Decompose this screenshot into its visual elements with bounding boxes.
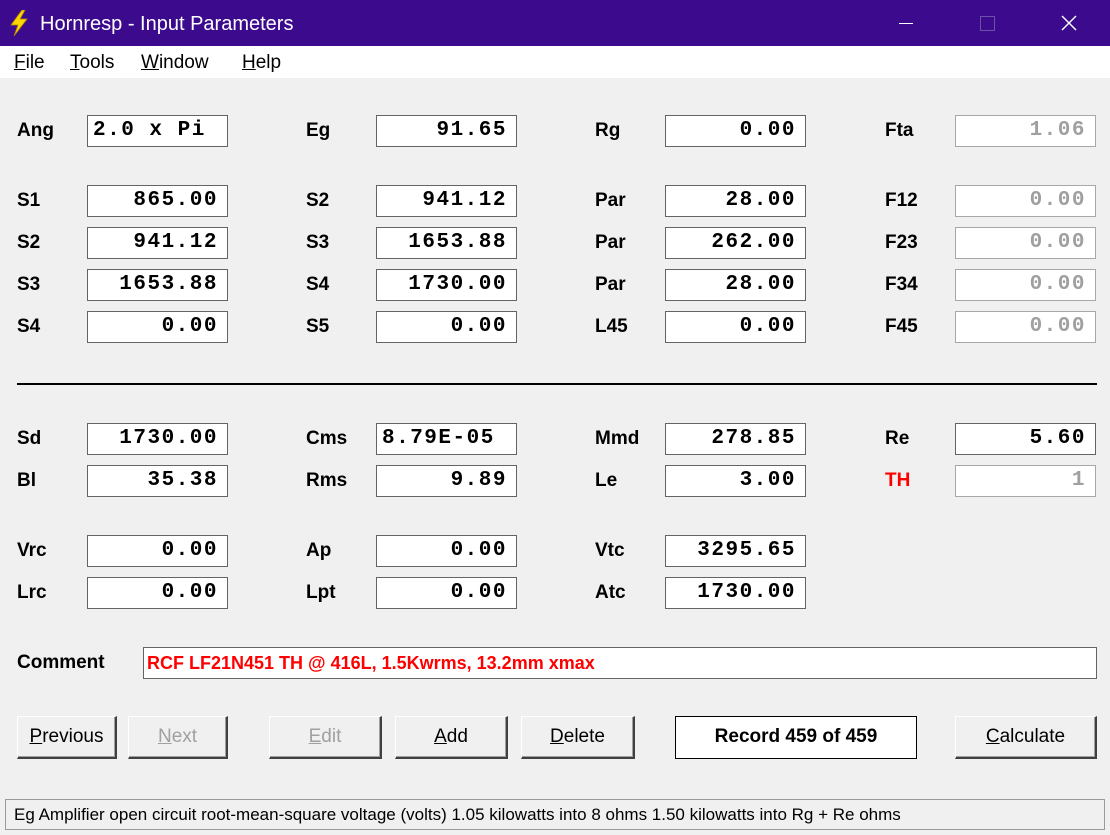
field-rms[interactable]: 9.89 [376,465,517,497]
label-s3: S3 [17,274,41,295]
label-ap: Ap [306,540,332,561]
label-ang: Ang [17,120,54,141]
field-lpt[interactable]: 0.00 [376,577,517,609]
label-lpt: Lpt [306,582,336,603]
menu-help[interactable]: Help [242,52,281,74]
field-rg[interactable]: 0.00 [665,115,806,147]
label-vrc: Vrc [17,540,47,561]
field-s4-col2[interactable]: 1730.00 [376,269,517,301]
field-par2[interactable]: 262.00 [665,227,806,259]
field-atc[interactable]: 1730.00 [665,577,806,609]
comment-field[interactable]: RCF LF21N451 TH @ 416L, 1.5Kwrms, 13.2mm… [143,647,1097,679]
field-bl[interactable]: 35.38 [87,465,228,497]
menu-file[interactable]: File [14,52,45,74]
label-par1: Par [595,190,626,211]
field-sd[interactable]: 1730.00 [87,423,228,455]
next-button: Next [128,716,228,759]
label-mmd: Mmd [595,428,640,449]
close-button[interactable] [1030,0,1110,46]
label-f45: F45 [885,316,918,337]
previous-button[interactable]: Previous [17,716,117,759]
menu-tools[interactable]: Tools [70,52,114,74]
status-bar: Eg Amplifier open circuit root-mean-squa… [5,799,1105,830]
label-par3: Par [595,274,626,295]
label-s4: S4 [17,316,41,337]
label-f23: F23 [885,232,918,253]
close-icon [1061,15,1077,31]
delete-button[interactable]: Delete [521,716,635,759]
window-title: Hornresp - Input Parameters [40,13,294,35]
edit-button: Edit [269,716,382,759]
maximize-button [947,0,1027,46]
field-fta: 1.06 [955,115,1096,147]
label-atc: Atc [595,582,626,603]
field-s1[interactable]: 865.00 [87,185,228,217]
label-rg: Rg [595,120,621,141]
label-f12: F12 [885,190,918,211]
section-divider [17,383,1097,385]
field-f12: 0.00 [955,185,1096,217]
label-re: Re [885,428,910,449]
label-s4-col2: S4 [306,274,330,295]
label-s1: S1 [17,190,41,211]
label-le: Le [595,470,618,491]
field-par3[interactable]: 28.00 [665,269,806,301]
field-eg[interactable]: 91.65 [376,115,517,147]
label-lrc: Lrc [17,582,47,603]
title-bar: Hornresp - Input Parameters [0,0,1110,46]
label-l45: L45 [595,316,628,337]
menu-bar: File Tools Window Help [0,46,1110,78]
label-sd: Sd [17,428,42,449]
field-vrc[interactable]: 0.00 [87,535,228,567]
field-re[interactable]: 5.60 [955,423,1096,455]
label-par2: Par [595,232,626,253]
label-s2: S2 [17,232,41,253]
record-indicator: Record 459 of 459 [675,716,917,759]
minimize-button[interactable] [866,0,946,46]
label-comment: Comment [17,652,105,673]
label-cms: Cms [306,428,348,449]
field-s3-col2[interactable]: 1653.88 [376,227,517,259]
field-s2-col2[interactable]: 941.12 [376,185,517,217]
field-f45: 0.00 [955,311,1096,343]
field-l45[interactable]: 0.00 [665,311,806,343]
field-cms[interactable]: 8.79E-05 [376,423,517,455]
field-vtc[interactable]: 3295.65 [665,535,806,567]
field-s3[interactable]: 1653.88 [87,269,228,301]
add-button[interactable]: Add [395,716,508,759]
field-ang[interactable]: 2.0 x Pi [87,115,228,147]
field-th: 1 [955,465,1096,497]
field-par1[interactable]: 28.00 [665,185,806,217]
menu-window[interactable]: Window [141,52,209,74]
field-s5[interactable]: 0.00 [376,311,517,343]
field-s2[interactable]: 941.12 [87,227,228,259]
field-f34: 0.00 [955,269,1096,301]
label-s2-col2: S2 [306,190,330,211]
field-le[interactable]: 3.00 [665,465,806,497]
label-vtc: Vtc [595,540,625,561]
label-bl: Bl [17,470,36,491]
label-rms: Rms [306,470,348,491]
label-fta: Fta [885,120,914,141]
label-s5: S5 [306,316,330,337]
field-lrc[interactable]: 0.00 [87,577,228,609]
label-th: TH [885,470,911,491]
field-mmd[interactable]: 278.85 [665,423,806,455]
lightning-bolt-icon [10,10,28,36]
label-s3-col2: S3 [306,232,330,253]
field-s4[interactable]: 0.00 [87,311,228,343]
calculate-button[interactable]: Calculate [955,716,1097,759]
label-eg: Eg [306,120,331,141]
label-f34: F34 [885,274,918,295]
field-ap[interactable]: 0.00 [376,535,517,567]
field-f23: 0.00 [955,227,1096,259]
